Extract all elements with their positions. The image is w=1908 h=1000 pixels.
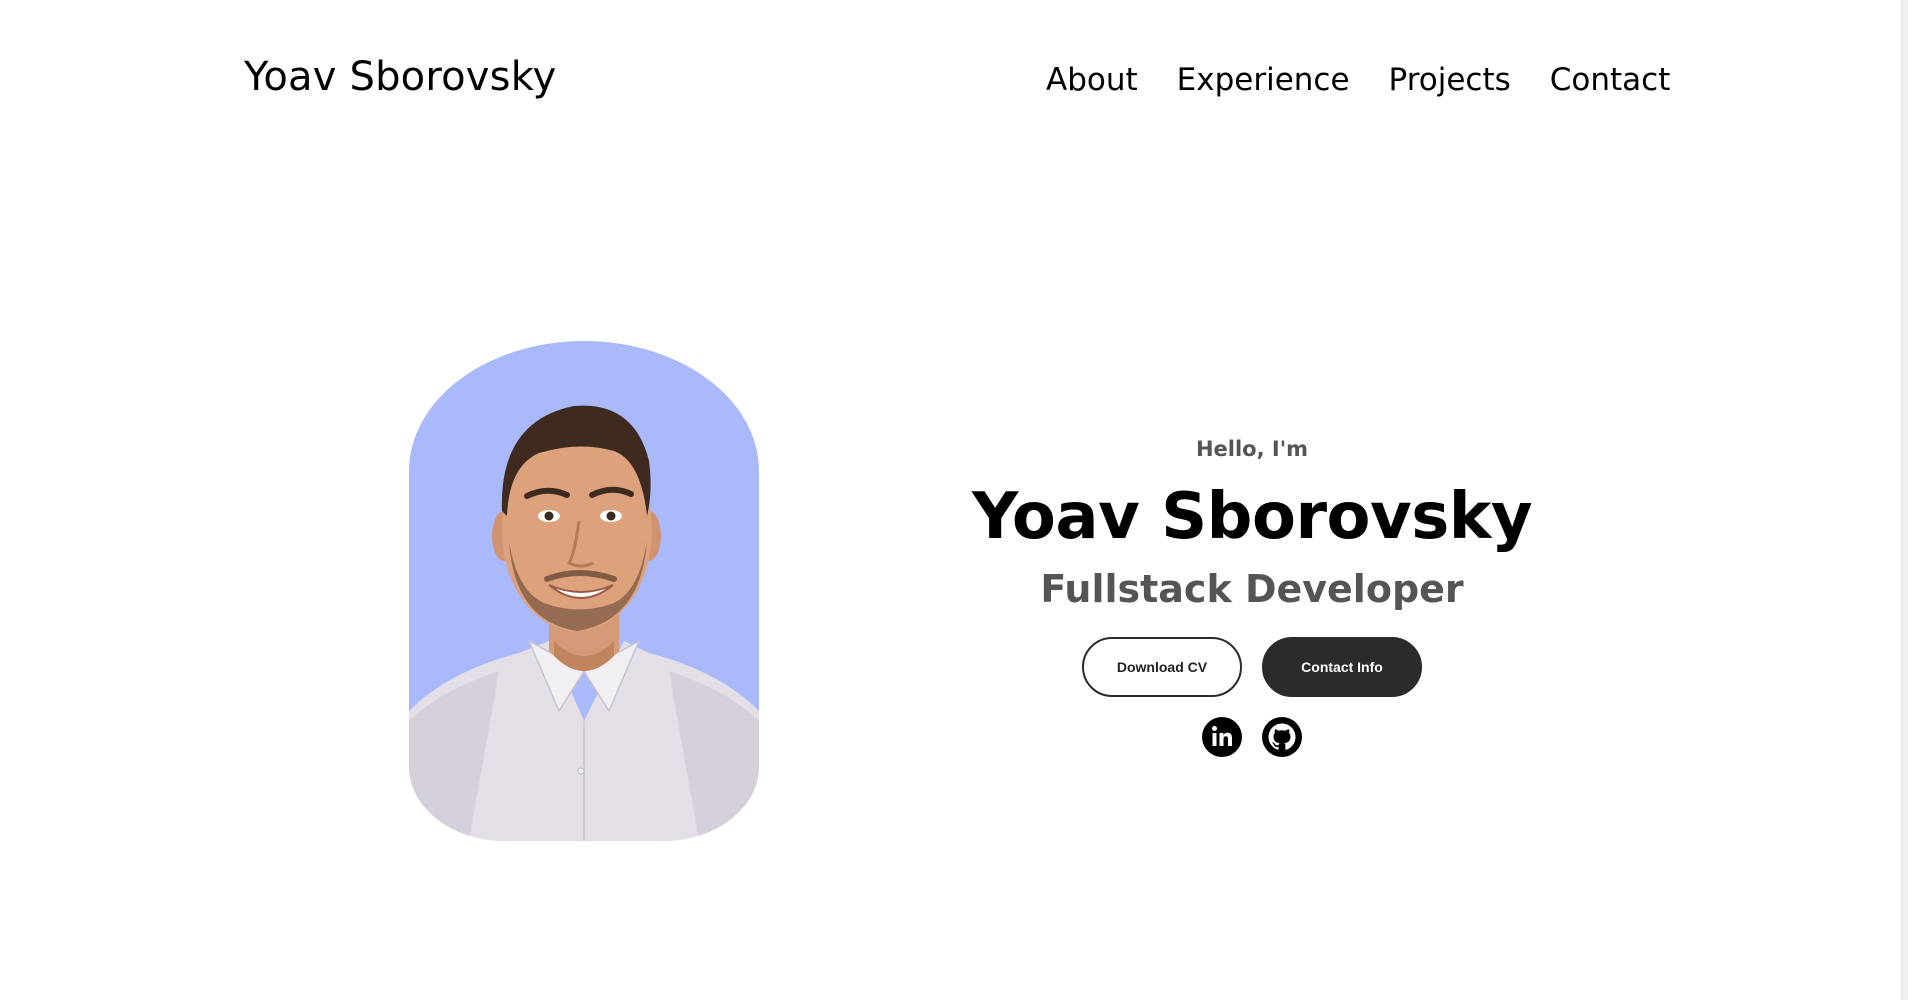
hero-title: Fullstack Developer xyxy=(1040,567,1464,611)
scrollbar[interactable] xyxy=(1901,0,1908,1000)
nav-projects-link[interactable]: Projects xyxy=(1389,62,1511,98)
github-icon[interactable] xyxy=(1262,717,1302,757)
nav-contact-link[interactable]: Contact xyxy=(1550,62,1671,98)
page: Yoav Sborovsky About Experience Projects… xyxy=(0,0,1908,1000)
site-logo[interactable]: Yoav Sborovsky xyxy=(244,54,557,100)
main-nav: About Experience Projects Contact xyxy=(1046,62,1670,98)
profile-photo xyxy=(409,341,759,841)
nav-about-link[interactable]: About xyxy=(1046,62,1138,98)
download-cv-button[interactable]: Download CV xyxy=(1082,637,1242,697)
contact-info-button[interactable]: Contact Info xyxy=(1262,637,1422,697)
greeting-text: Hello, I'm xyxy=(1195,437,1309,461)
hero-section: Hello, I'm Yoav Sborovsky Fullstack Deve… xyxy=(952,434,1552,757)
hero-name: Yoav Sborovsky xyxy=(971,480,1533,554)
linkedin-icon[interactable] xyxy=(1202,717,1242,757)
hero-buttons: Download CV Contact Info xyxy=(952,637,1552,697)
nav-experience-link[interactable]: Experience xyxy=(1177,62,1350,98)
social-links xyxy=(952,717,1552,757)
